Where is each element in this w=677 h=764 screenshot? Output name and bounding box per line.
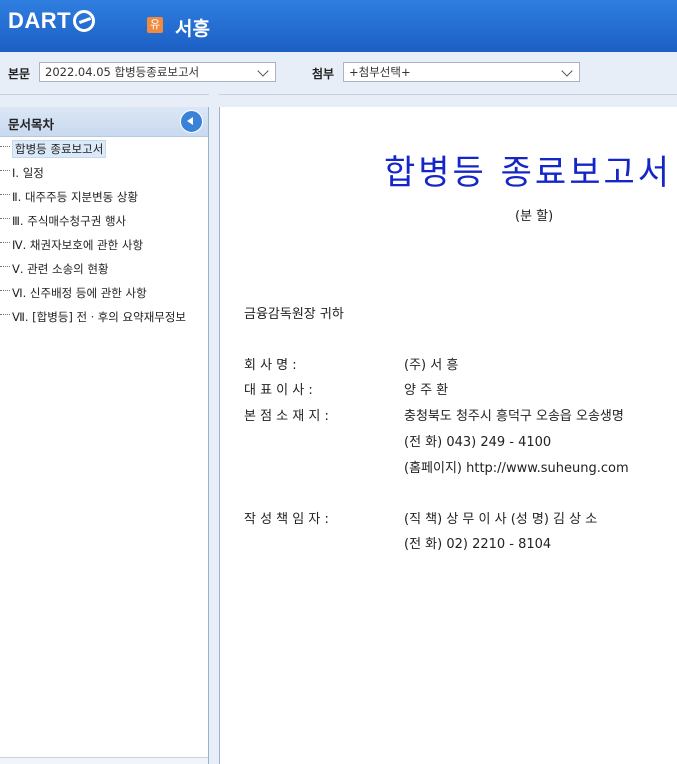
- toc-item-report[interactable]: 합병등 종료보고서: [0, 137, 208, 161]
- hq-phone-row: (전 화) 043) 249 - 4100: [244, 431, 551, 450]
- main-doc-label: 본문: [8, 67, 31, 81]
- toc-title: 문서목차: [8, 117, 55, 132]
- hq-homepage: (홈페이지) http://www.suheung.com: [404, 461, 629, 476]
- hq-label: 본 점 소 재 지 :: [244, 409, 329, 424]
- dart-logo[interactable]: DART: [8, 6, 96, 36]
- hq-value: 충청북도 청주시 흥덕구 오송읍 오송생명: [404, 409, 624, 424]
- dart-logo-icon: [73, 10, 96, 32]
- toc-item-litigation[interactable]: Ⅴ. 관련 소송의 현황: [0, 257, 208, 281]
- toc-item-appraisal-right[interactable]: Ⅲ. 주식매수청구권 행사: [0, 209, 208, 233]
- attachment-label: 첨부: [312, 67, 335, 81]
- ceo-row: 대 표 이 사 : 양 주 환: [244, 379, 448, 398]
- chevron-down-icon: [257, 65, 269, 77]
- attachment-select-value: +첨부선택+: [349, 65, 411, 79]
- hq-homepage-row: (홈페이지) http://www.suheung.com: [244, 457, 629, 476]
- main-doc-select[interactable]: 2022.04.05 합병등종료보고서: [39, 62, 276, 82]
- toc-header: 문서목차: [0, 107, 208, 137]
- hq-row: 본 점 소 재 지 : 충청북도 청주시 흥덕구 오송읍 오송생명: [244, 405, 624, 424]
- attachment-select[interactable]: +첨부선택+: [343, 62, 580, 82]
- company-row: 회 사 명 : (주) 서 흥: [244, 354, 458, 373]
- author-row: 작 성 책 임 자 : (직 책) 상 무 이 사 (성 명) 김 상 소: [244, 508, 597, 527]
- ceo-value: 양 주 환: [404, 383, 449, 398]
- document-subtitle: (분 할): [515, 209, 554, 224]
- app-header: DART 유 서흥: [0, 0, 677, 52]
- document-viewer: 합병등 종료보고서 (분 할) 금융감독원장 귀하 회 사 명 : (주) 서 …: [219, 107, 677, 764]
- document-toolbar: 본문 2022.04.05 합병등종료보고서 첨부 +첨부선택+: [0, 52, 677, 95]
- dart-logo-text: DART: [8, 8, 72, 33]
- chevron-down-icon: [561, 65, 573, 77]
- author-label: 작 성 책 임 자 :: [244, 512, 329, 527]
- toc-list: 합병등 종료보고서 Ⅰ. 일정 Ⅱ. 대주주등 지분변동 상황 Ⅲ. 주식매수청…: [0, 137, 208, 329]
- toc-sidebar: 문서목차 합병등 종료보고서 Ⅰ. 일정 Ⅱ. 대주주등 지분변동 상황 Ⅲ. …: [0, 107, 209, 764]
- company-name: 서흥: [175, 18, 210, 40]
- toc-item-shareholder-change[interactable]: Ⅱ. 대주주등 지분변동 상황: [0, 185, 208, 209]
- author-phone-row: (전 화) 02) 2210 - 8104: [244, 533, 551, 552]
- toc-item-new-shares[interactable]: Ⅵ. 신주배정 등에 관한 사항: [0, 281, 208, 305]
- company-label: 회 사 명 :: [244, 358, 297, 373]
- company-value: (주) 서 흥: [404, 358, 459, 373]
- hq-phone: (전 화) 043) 249 - 4100: [404, 435, 552, 450]
- pane-splitter[interactable]: [209, 94, 219, 764]
- toc-item-financial-summary[interactable]: Ⅶ. [합병등] 전ㆍ후의 요약재무정보: [0, 305, 208, 329]
- main-doc-select-value: 2022.04.05 합병등종료보고서: [45, 65, 200, 79]
- toc-item-creditor-protection[interactable]: Ⅳ. 채권자보호에 관한 사항: [0, 233, 208, 257]
- collapse-sidebar-icon[interactable]: [180, 110, 203, 133]
- ceo-label: 대 표 이 사 :: [244, 383, 313, 398]
- document-addressee: 금융감독원장 귀하: [244, 307, 344, 322]
- toc-item-schedule[interactable]: Ⅰ. 일정: [0, 161, 208, 185]
- document-title: 합병등 종료보고서: [384, 153, 673, 193]
- pane-gap-top: [0, 95, 677, 107]
- author-phone: (전 화) 02) 2210 - 8104: [404, 537, 552, 552]
- company-market-badge: 유: [147, 17, 163, 33]
- sidebar-horizontal-scrollbar[interactable]: [0, 757, 208, 764]
- author-value: (직 책) 상 무 이 사 (성 명) 김 상 소: [404, 512, 598, 527]
